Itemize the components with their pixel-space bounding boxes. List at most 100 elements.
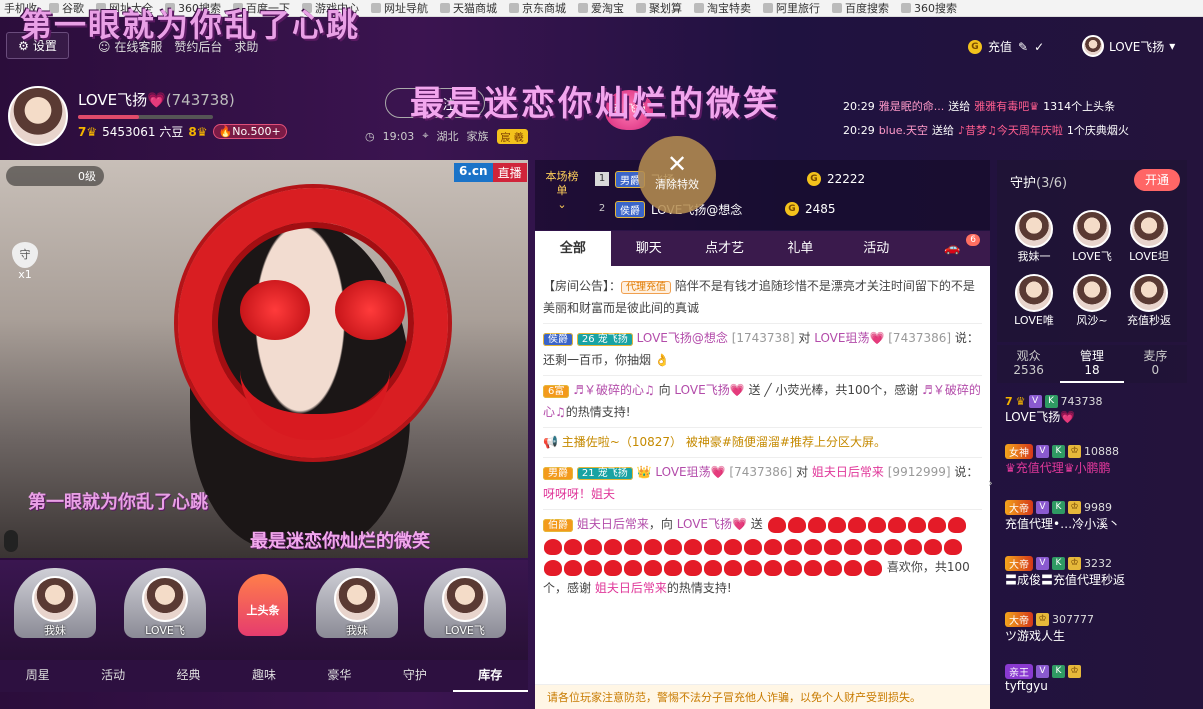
user-list-item[interactable]: 女神 V K ♔ 10888 ♛充值代理♛小鹏鹏 (1005, 444, 1185, 476)
heart-icon (704, 559, 722, 576)
rank-badge[interactable]: 🔥No.500+ (212, 124, 287, 139)
user-name: LOVE飞扬 (1109, 39, 1165, 54)
guard-member[interactable]: LOVE飞 (1063, 210, 1121, 264)
gift-news-row[interactable]: 20:29 雅是眠的命... 送给 雅雅有毒吧♛ 1314个上头条 (843, 94, 1173, 118)
bookmark-item[interactable]: 阿里旅行 (763, 0, 820, 16)
heart-icon (944, 538, 962, 555)
tab-talent[interactable]: 点才艺 (687, 231, 763, 266)
tab-activity[interactable]: 活动 (75, 660, 150, 692)
heart-icon (887, 516, 906, 533)
recharge-area: G 充值 ✎ ✓ (968, 38, 1044, 55)
rank-row[interactable]: 2 侯爵 LOVE飞扬@想念 G 2485 (595, 198, 836, 220)
chat-user[interactable]: LOVE珇荡💗 (655, 465, 725, 479)
guard-mini[interactable]: 守 x1 (10, 242, 40, 288)
seat[interactable]: 我妹 (312, 568, 402, 652)
guard-member[interactable]: 风沙~ (1063, 274, 1121, 328)
heart-icon (544, 538, 562, 555)
open-guard-button[interactable]: 开通 (1134, 169, 1180, 191)
avatar (1073, 210, 1111, 248)
heart-icon (884, 538, 902, 555)
edit-icon[interactable]: ✎ (1018, 40, 1028, 54)
user-list-item[interactable]: 大帝 V K ♔ 9989 充值代理•…冷小溪丶 (1005, 500, 1185, 532)
chat-target[interactable]: LOVE珇荡💗 (814, 331, 884, 345)
tab-admin[interactable]: 管理 18 (1060, 345, 1124, 383)
chat-user[interactable]: LOVE飞扬@想念 (637, 331, 728, 345)
page-icon (371, 3, 381, 13)
notice-bar: 请各位玩家注意防范，警惕不法分子冒充他人诈骗，以免个人财产受到损失。 (535, 684, 990, 709)
tab-audience[interactable]: 观众 2536 (997, 345, 1060, 383)
rank-label[interactable]: 本场榜单 ⌄ (545, 170, 579, 212)
tab-all[interactable]: 全部 (535, 231, 611, 266)
guard-member[interactable]: LOVE唯 (1005, 274, 1063, 328)
heart-icon (784, 538, 802, 555)
tab-activity[interactable]: 活动 (838, 231, 914, 266)
bookmark-item[interactable]: 淘宝特卖 (694, 0, 751, 16)
clear-effects-button[interactable]: ✕ 清除特效 (638, 136, 716, 214)
chat-target[interactable]: LOVE飞扬💗 (677, 517, 747, 531)
tab-chat[interactable]: 聊天 (611, 231, 687, 266)
system-message: 📢 主播佐啦~（10827） 被神豪#随便溜溜#推荐上分区大屏。 (543, 428, 982, 458)
guard-title: 守护(3/6) (1010, 176, 1068, 191)
heart-icon (664, 559, 682, 576)
anchor-avatar[interactable] (8, 86, 68, 146)
gift-message: 伯爵 姐夫日后常来，向 LOVE飞扬💗 送 喜欢你，共100个，感谢 姐夫日后常… (543, 516, 970, 595)
location-icon: ⌖ (422, 129, 429, 142)
heart-icon (864, 559, 882, 576)
bookmark-item[interactable]: 爱淘宝 (578, 0, 624, 16)
rank-row[interactable]: 1 男爵 飞扬 G 22222 (595, 168, 865, 190)
chevron-right-icon[interactable]: › (988, 476, 996, 490)
chat-user[interactable]: ♬￥破碎的心♫ (573, 383, 655, 397)
tab-luxury[interactable]: 豪华 (302, 660, 377, 692)
user-menu[interactable]: LOVE飞扬 ▾ (1082, 35, 1175, 57)
tab-guard[interactable]: 守护 (377, 660, 452, 692)
video-caption: 第一眼就为你乱了心跳 (28, 492, 208, 513)
guard-member[interactable]: 充值秒返 (1120, 274, 1178, 328)
user-list-item[interactable]: 大帝 ♔ 307777 ツ游戏人生 (1005, 612, 1185, 644)
guard-member[interactable]: 我妹一 (1005, 210, 1063, 264)
headline-button[interactable]: 上头条 (238, 574, 288, 636)
user-list-item[interactable]: 7 ♛ V K 743738 LOVE飞扬💗 (1005, 395, 1185, 425)
tab-mic-queue[interactable]: 麦序 0 (1124, 345, 1187, 383)
level-progress (78, 115, 213, 119)
seat[interactable]: LOVE飞 (420, 568, 510, 652)
check-icon[interactable]: ✓ (1034, 40, 1044, 54)
bookmark-item[interactable]: 百度搜索 (832, 0, 889, 16)
chat-user[interactable]: 姐夫日后常来 (595, 581, 667, 595)
tab-inventory[interactable]: 库存 (452, 660, 528, 692)
avatar (142, 576, 188, 622)
tab-classic[interactable]: 经典 (151, 660, 226, 692)
bookmark-item[interactable]: 天猫商城 (440, 0, 497, 16)
family-label: 家族 (466, 130, 489, 143)
chat-target[interactable]: LOVE飞扬💗 (674, 383, 744, 397)
recharge-link[interactable]: 充值 (988, 38, 1012, 55)
chat-user[interactable]: 姐夫日后常来 (577, 517, 649, 531)
heart-icon (704, 538, 722, 555)
family-badge[interactable]: 宸 羲 (496, 128, 528, 144)
tab-car[interactable]: 🚗 6 (914, 231, 990, 266)
seat[interactable]: 我妹 (10, 568, 100, 652)
tab-weekly-star[interactable]: 周星 (0, 660, 75, 692)
chat-target[interactable]: 姐夫日后常来 (812, 465, 884, 479)
chat-message: 侯爵 26 宠飞扬 LOVE飞扬@想念 [1743738] 对 LOVE珇荡💗 … (543, 324, 982, 376)
chat-list[interactable]: 【房间公告】： 代理充值 陪伴不是有钱才追随珍惜不是漂亮才关注时间留下的不是美丽和… (535, 266, 990, 684)
guard-member[interactable]: LOVE坦 (1120, 210, 1178, 264)
mic-icon[interactable] (4, 530, 18, 552)
user-list-item[interactable]: 亲王 V K ♔ tyftgyu (1005, 664, 1185, 693)
heart-icon (784, 559, 802, 576)
avatar (334, 576, 380, 622)
tab-fun[interactable]: 趣味 (226, 660, 301, 692)
k-icon: K (1052, 557, 1065, 570)
user-list-item[interactable]: 大帝 V K ♔ 3232 〓成俊〓充值代理秒返 (1005, 556, 1185, 588)
title-badge: 大帝 (1005, 612, 1033, 627)
seat[interactable]: LOVE飞 (120, 568, 210, 652)
gift-news-row[interactable]: 20:29 blue.天空 送给 ♪昔梦♫今天周年庆啦 1个庆典烟火 (843, 118, 1173, 142)
bookmark-item[interactable]: 京东商城 (509, 0, 566, 16)
heart-icon (844, 538, 862, 555)
vip-icon: V (1036, 501, 1049, 514)
bookmark-item[interactable]: 网址导航 (371, 0, 428, 16)
tab-gifts[interactable]: 礼单 (762, 231, 838, 266)
heart-icon (684, 559, 702, 576)
bookmark-item[interactable]: 360搜索 (901, 0, 957, 16)
bookmark-item[interactable]: 聚划算 (636, 0, 682, 16)
chat-tabs: 全部 聊天 点才艺 礼单 活动 🚗 6 (535, 231, 990, 266)
